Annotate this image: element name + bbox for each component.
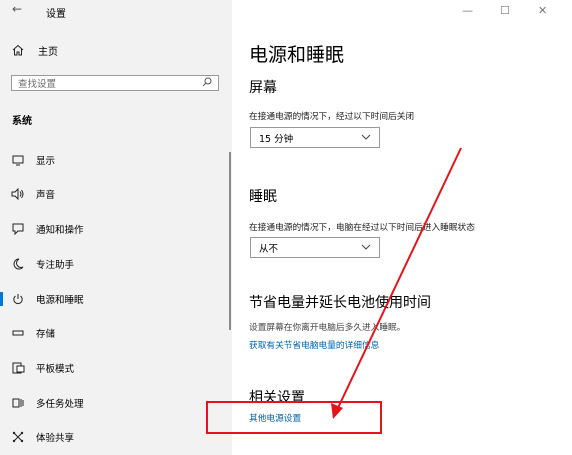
screen-timeout-dropdown[interactable]: 15 分钟: [250, 127, 380, 148]
sidebar-item-tablet-mode[interactable]: 平板模式: [0, 356, 232, 380]
multitask-icon: [11, 396, 25, 410]
sleep-timeout-dropdown[interactable]: 从不: [250, 237, 380, 258]
sidebar-item-label: 电源和睡眠: [36, 295, 84, 306]
battery-heading: 节省电量并延长电池使用时间: [249, 295, 431, 311]
power-icon: [11, 292, 25, 306]
monitor-icon: [11, 153, 25, 167]
close-button[interactable]: ✕: [538, 4, 547, 17]
storage-icon: [11, 326, 25, 340]
highlight-box: [206, 401, 382, 434]
nav-home[interactable]: 主页: [12, 42, 58, 58]
back-button[interactable]: ←: [12, 2, 22, 16]
sleep-heading: 睡眠: [249, 189, 277, 205]
search-input[interactable]: 查找设置: [11, 75, 219, 91]
chevron-down-icon: [361, 242, 371, 253]
page-title: 电源和睡眠: [249, 44, 345, 66]
sidebar-item-label: 通知和操作: [36, 225, 84, 236]
maximize-button[interactable]: ☐: [500, 4, 510, 17]
sidebar-item-shared-experiences[interactable]: 体验共享: [0, 425, 232, 449]
sidebar: ← 设置 主页 查找设置 系统 显示 声音 通知和操作 专注助手 电源和睡眠 存…: [0, 0, 232, 455]
sidebar-item-multitasking[interactable]: 多任务处理: [0, 391, 232, 415]
sidebar-item-power-sleep[interactable]: 电源和睡眠: [0, 287, 232, 311]
tablet-icon: [11, 361, 25, 375]
sidebar-scrollbar[interactable]: [229, 152, 231, 330]
search-icon: [202, 77, 212, 90]
notification-icon: [11, 222, 25, 236]
sidebar-item-sound[interactable]: 声音: [0, 182, 232, 206]
share-icon: [11, 430, 25, 444]
sidebar-item-label: 专注助手: [36, 260, 75, 271]
chevron-down-icon: [361, 132, 371, 143]
power-saving-info-link[interactable]: 获取有关节省电脑电量的详细信息: [249, 338, 379, 351]
screen-heading: 屏幕: [249, 80, 277, 96]
sidebar-item-label: 多任务处理: [36, 399, 84, 410]
search-placeholder: 查找设置: [18, 79, 57, 90]
app-title: 设置: [46, 9, 66, 20]
section-title: 系统: [12, 116, 32, 127]
speaker-icon: [11, 187, 25, 201]
battery-description: 设置屏幕在你离开电脑后多久进入睡眠。: [249, 323, 406, 333]
sidebar-item-storage[interactable]: 存储: [0, 321, 232, 345]
moon-icon: [11, 257, 25, 271]
active-indicator: [0, 292, 3, 306]
sidebar-item-label: 平板模式: [36, 364, 75, 375]
sidebar-item-label: 显示: [36, 156, 56, 167]
minimize-button[interactable]: —: [462, 4, 473, 17]
sidebar-item-display[interactable]: 显示: [0, 148, 232, 172]
nav-home-label: 主页: [38, 46, 58, 58]
sidebar-item-label: 存储: [36, 329, 56, 340]
sidebar-item-label: 体验共享: [36, 433, 75, 444]
screen-description: 在接通电源的情况下，经过以下时间后关闭: [249, 112, 415, 122]
sidebar-item-label: 声音: [36, 190, 56, 201]
sleep-description: 在接通电源的情况下，电脑在经过以下时间后进入睡眠状态: [249, 223, 475, 233]
screen-timeout-value: 15 分钟: [259, 133, 294, 145]
sleep-timeout-value: 从不: [259, 243, 279, 255]
home-icon: [12, 41, 24, 60]
sidebar-item-focus-assist[interactable]: 专注助手: [0, 252, 232, 276]
sidebar-item-notifications[interactable]: 通知和操作: [0, 217, 232, 241]
